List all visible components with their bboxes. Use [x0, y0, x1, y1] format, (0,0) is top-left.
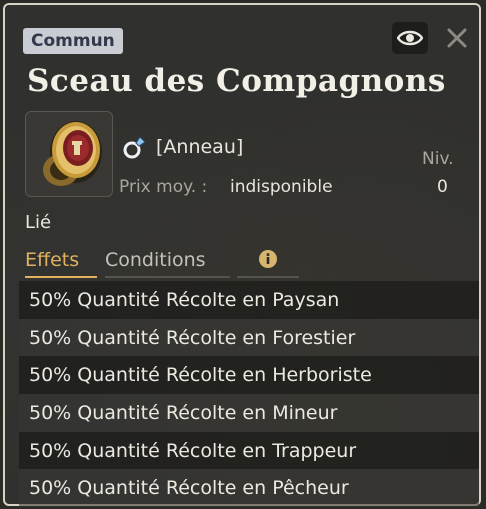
info-icon	[259, 250, 277, 268]
effect-row: 50% Quantité Récolte en Pêcheur	[19, 469, 479, 508]
item-name: Sceau des Compagnons	[27, 63, 446, 99]
close-button[interactable]	[444, 25, 470, 51]
effect-row: 50% Quantité Récolte en Mineur	[19, 394, 479, 432]
tab-conditions[interactable]: Conditions	[105, 246, 230, 278]
effect-row: 50% Quantité Récolte en Herboriste	[19, 356, 479, 395]
effect-row: 50% Quantité Récolte en Trappeur	[19, 431, 479, 470]
close-icon	[447, 28, 467, 48]
rarity-badge: Commun	[23, 28, 123, 54]
eye-button[interactable]	[392, 22, 428, 54]
price-label: Prix moy. :	[119, 177, 208, 197]
bound-label: Lié	[25, 212, 52, 233]
tab-info[interactable]	[237, 246, 299, 278]
item-image-frame[interactable]	[25, 111, 113, 197]
item-tooltip: Commun Sceau des Compagnons [Anneau] Pri…	[3, 3, 481, 508]
level-value: 0	[437, 177, 448, 197]
effects-list: 50% Quantité Récolte en Paysan 50% Quant…	[19, 281, 479, 508]
level-label: Niv.	[422, 149, 454, 169]
effect-row: 50% Quantité Récolte en Paysan	[19, 281, 479, 319]
effect-row: 50% Quantité Récolte en Forestier	[19, 318, 479, 357]
ring-item-icon	[43, 121, 102, 186]
eye-icon	[397, 30, 423, 46]
price-value: indisponible	[230, 177, 333, 197]
ring-icon	[123, 136, 146, 159]
tab-effets[interactable]: Effets	[25, 246, 97, 278]
item-type: [Anneau]	[156, 136, 244, 158]
